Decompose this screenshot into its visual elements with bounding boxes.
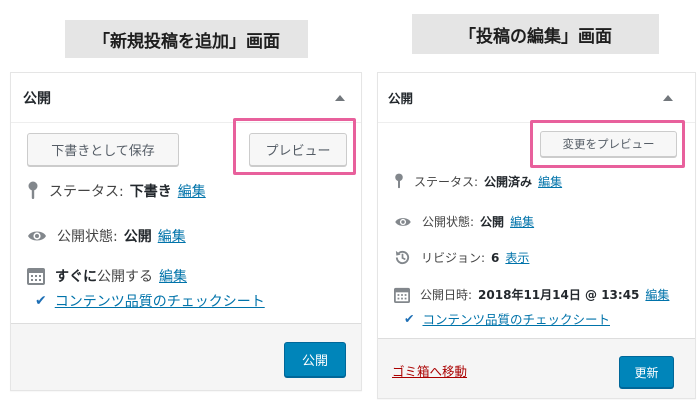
pin-icon	[394, 173, 404, 190]
edit-post-publish-box: 公開 変更をプレビュー ステータス: 公開済み 編集 公開状態: 公開 編集 リ…	[377, 72, 696, 399]
published-label: 公開日時:	[420, 288, 473, 302]
pin-icon	[27, 181, 39, 201]
publish-box-title: 公開	[388, 91, 414, 106]
eye-icon	[27, 229, 47, 243]
published-edit-link[interactable]: 編集	[645, 286, 669, 303]
preview-button[interactable]: プレビュー	[249, 133, 347, 166]
save-draft-button[interactable]: 下書きとして保存	[27, 133, 179, 166]
status-row: ステータス: 下書き 編集	[27, 181, 206, 201]
visibility-label: 公開状態:	[422, 215, 475, 229]
visibility-row: 公開状態: 公開 編集	[27, 226, 186, 246]
status-label: ステータス:	[49, 184, 124, 200]
schedule-row: すぐに 公開する 編集	[27, 266, 187, 286]
checklist-row: ✔ コンテンツ品質のチェックシート	[404, 309, 610, 328]
checklist-row: ✔ コンテンツ品質のチェックシート	[35, 291, 265, 311]
published-date-row: 公開日時: 2018年11月14日 @ 13:45 編集	[394, 286, 669, 303]
status-row: ステータス: 公開済み 編集	[394, 173, 562, 190]
status-edit-link[interactable]: 編集	[178, 181, 206, 201]
update-button[interactable]: 更新	[619, 356, 674, 388]
visibility-edit-link[interactable]: 編集	[510, 213, 534, 230]
new-post-caption: 「新規投稿を追加」画面	[65, 20, 308, 58]
publish-button[interactable]: 公開	[284, 342, 346, 377]
visibility-label: 公開状態:	[57, 229, 118, 245]
revisions-count: 6	[491, 250, 500, 265]
move-to-trash-link[interactable]: ゴミ箱へ移動	[392, 361, 467, 380]
status-label: ステータス:	[414, 175, 479, 189]
status-edit-link[interactable]: 編集	[538, 173, 562, 190]
eye-icon	[394, 216, 412, 228]
checkmark-icon: ✔	[35, 293, 47, 309]
revisions-row: リビジョン: 6 表示	[394, 249, 529, 266]
schedule-edit-link[interactable]: 編集	[159, 266, 187, 286]
revisions-label: リビジョン:	[421, 251, 486, 265]
visibility-value: 公開	[123, 229, 152, 245]
visibility-edit-link[interactable]: 編集	[158, 226, 186, 246]
edit-post-caption: 「投稿の編集」画面	[412, 14, 659, 54]
preview-changes-button[interactable]: 変更をプレビュー	[540, 131, 677, 157]
schedule-text: 公開する	[97, 269, 153, 285]
schedule-bold: すぐに	[55, 269, 97, 285]
calendar-icon	[394, 287, 410, 303]
publish-box-header[interactable]: 公開	[11, 73, 361, 123]
publish-box-footer: 公開	[11, 323, 361, 390]
status-value: 下書き	[129, 184, 172, 200]
publish-box-footer: ゴミ箱へ移動 更新	[378, 338, 695, 398]
checklist-link[interactable]: コンテンツ品質のチェックシート	[55, 291, 265, 311]
calendar-icon	[27, 267, 45, 285]
triangle-up-icon[interactable]	[335, 94, 345, 101]
publish-box-header[interactable]: 公開	[378, 73, 695, 123]
checklist-link[interactable]: コンテンツ品質のチェックシート	[422, 309, 610, 328]
published-value: 2018年11月14日 @ 13:45	[478, 288, 640, 302]
visibility-row: 公開状態: 公開 編集	[394, 213, 534, 230]
history-icon	[394, 249, 411, 266]
publish-box-title: 公開	[23, 90, 51, 107]
status-value: 公開済み	[484, 175, 533, 189]
triangle-up-icon[interactable]	[663, 94, 673, 101]
checkmark-icon: ✔	[404, 311, 415, 326]
new-post-publish-box: 公開 下書きとして保存 プレビュー ステータス: 下書き 編集 公開状態: 公開…	[10, 72, 362, 391]
visibility-value: 公開	[480, 215, 505, 229]
revisions-view-link[interactable]: 表示	[505, 249, 529, 266]
